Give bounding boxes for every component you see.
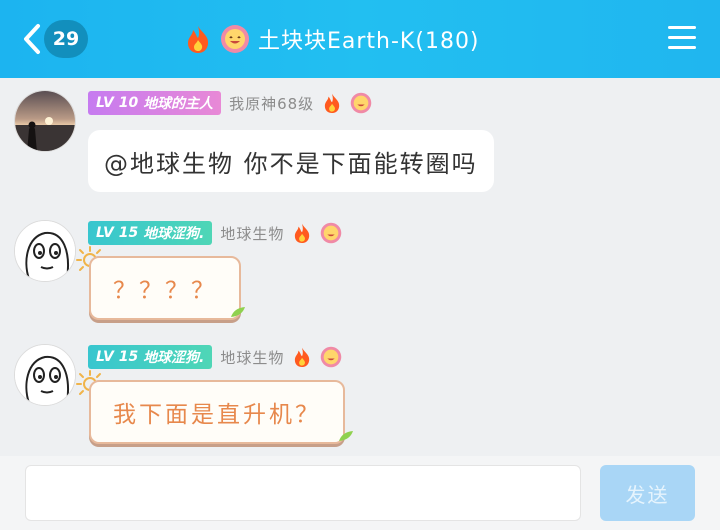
username[interactable]: 地球生物 xyxy=(220,347,284,368)
flower-smile-icon xyxy=(321,222,342,244)
message-bubble[interactable]: @地球生物 你不是下面能转圈吗 xyxy=(88,130,494,192)
fire-icon xyxy=(188,26,209,53)
leaf-decoration-icon xyxy=(339,431,353,441)
unread-count-badge[interactable]: 29 xyxy=(44,20,88,58)
avatar[interactable] xyxy=(14,344,76,406)
message-meta: LV 15 地球涩狗. 地球生物 xyxy=(88,220,342,246)
message-meta: LV 15 地球涩狗. 地球生物 xyxy=(88,344,342,370)
message-input[interactable] xyxy=(25,465,581,521)
avatar[interactable] xyxy=(14,90,76,152)
fire-icon xyxy=(295,347,310,367)
username[interactable]: 我原神68级 xyxy=(229,93,314,114)
message-bubble[interactable]: 我下面是直升机？ xyxy=(89,380,345,444)
username[interactable]: 地球生物 xyxy=(220,223,284,244)
message-composer: 发送 xyxy=(0,456,720,530)
chat-title-group[interactable]: 土块块Earth-K(180) xyxy=(184,20,480,58)
message-bubble[interactable]: ？？？？ xyxy=(89,256,241,320)
flower-smile-icon xyxy=(321,346,342,368)
level-badge: LV 10 地球的主人 xyxy=(88,91,222,115)
level-badge: LV 15 地球涩狗. xyxy=(88,345,213,369)
chat-header: 29 土块块Earth-K(180) xyxy=(0,0,720,78)
menu-icon[interactable] xyxy=(668,26,696,50)
fire-icon xyxy=(295,223,310,243)
level-badge: LV 15 地球涩狗. xyxy=(88,221,213,245)
flower-smile-icon xyxy=(221,25,249,53)
message-meta: LV 10 地球的主人 我原神68级 xyxy=(88,90,372,116)
fire-icon xyxy=(325,93,340,113)
avatar[interactable] xyxy=(14,220,76,282)
chat-title: 土块块Earth-K(180) xyxy=(258,29,480,54)
leaf-decoration-icon xyxy=(231,307,245,317)
flower-smile-icon xyxy=(350,92,372,114)
send-button[interactable]: 发送 xyxy=(600,465,695,521)
